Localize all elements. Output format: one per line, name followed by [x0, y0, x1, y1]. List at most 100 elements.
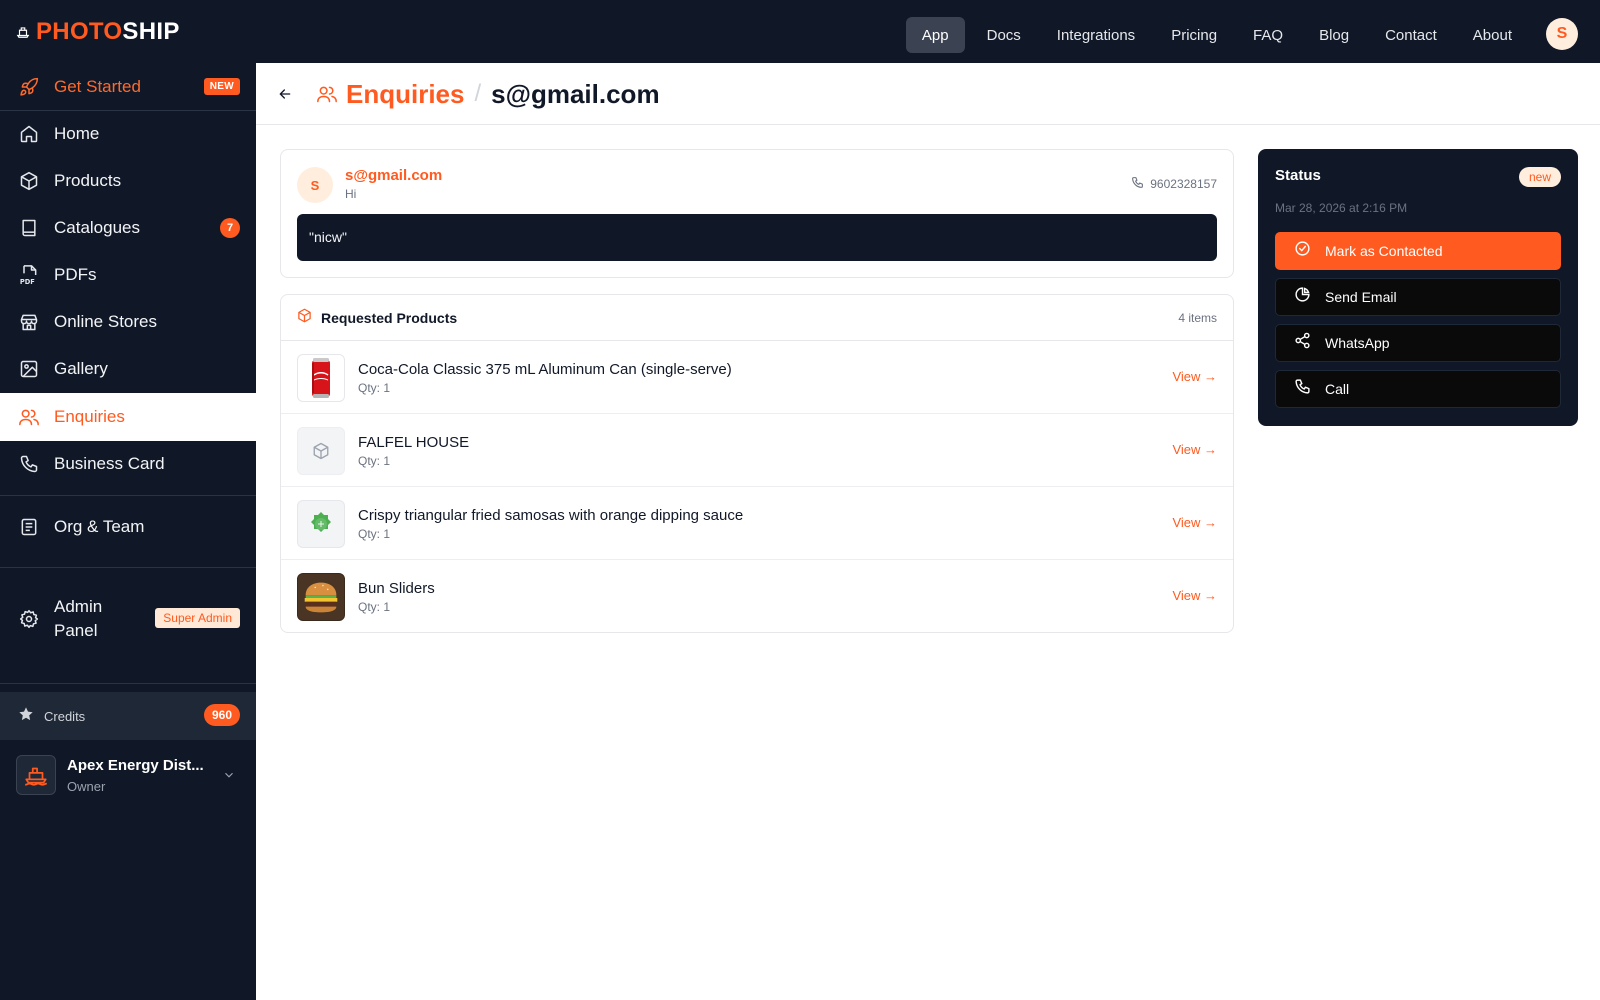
button-label: Mark as Contacted	[1325, 243, 1443, 259]
view-product-link[interactable]: View →	[1172, 442, 1217, 457]
book-icon	[18, 217, 40, 239]
sidebar-item-label: Enquiries	[54, 407, 125, 426]
enquiry-email[interactable]: s@gmail.com	[345, 167, 442, 184]
divider	[0, 683, 256, 684]
document-icon	[18, 516, 40, 538]
sidebar-item-label: Catalogues	[54, 218, 141, 237]
svg-text:PDF: PDF	[20, 278, 35, 286]
product-name: Crispy triangular fried samosas with ora…	[358, 507, 744, 524]
sidebar-item-gallery[interactable]: Gallery	[0, 345, 256, 393]
message-body: "nicw"	[297, 214, 1217, 261]
enquiry-message-card: S s@gmail.com Hi 9602328157 "nicw"	[280, 149, 1234, 278]
product-placeholder-box-icon	[297, 427, 345, 475]
check-circle-icon	[1294, 240, 1311, 262]
chevron-down-icon	[222, 768, 236, 787]
button-label: Call	[1325, 381, 1350, 397]
org-switcher[interactable]: Apex Energy Dist... Owner	[0, 740, 256, 810]
gear-icon	[18, 608, 40, 630]
rocket-icon	[18, 76, 40, 98]
sidebar-item-label: Admin Panel	[54, 597, 103, 640]
table-row: FALFEL HOUSE Qty: 1 View →	[281, 414, 1233, 487]
call-button[interactable]: Call	[1275, 370, 1561, 408]
image-icon	[18, 358, 40, 380]
sidebar: Get Started NEW Home Products Catalogues…	[0, 63, 256, 1000]
sidebar-item-label: PDFs	[54, 265, 97, 284]
product-name: Coca-Cola Classic 375 mL Aluminum Can (s…	[358, 361, 732, 378]
table-row: Coca-Cola Classic 375 mL Aluminum Can (s…	[281, 341, 1233, 414]
sidebar-item-label: Gallery	[54, 359, 108, 378]
nav-contact[interactable]: Contact	[1367, 17, 1455, 53]
view-product-link[interactable]: View →	[1172, 588, 1217, 603]
status-timestamp: Mar 28, 2026 at 2:16 PM	[1275, 201, 1408, 215]
items-count: 4 items	[1178, 311, 1217, 325]
nav-pricing[interactable]: Pricing	[1153, 17, 1235, 53]
share-icon	[1294, 332, 1311, 354]
send-email-button[interactable]: Send Email	[1275, 278, 1561, 316]
phone-icon	[1294, 378, 1311, 400]
view-product-link[interactable]: View →	[1172, 369, 1217, 384]
requested-products-title: Requested Products	[321, 309, 458, 326]
nav-integrations[interactable]: Integrations	[1039, 17, 1153, 53]
view-product-link[interactable]: View →	[1172, 515, 1217, 530]
sidebar-item-products[interactable]: Products	[0, 157, 256, 205]
sidebar-item-org-team[interactable]: Org & Team	[0, 503, 256, 551]
product-thumbnail-burger	[297, 573, 345, 621]
product-name: Bun Sliders	[358, 580, 435, 597]
ship-icon	[16, 27, 30, 38]
enquiry-phone[interactable]: 9602328157	[1131, 176, 1217, 192]
brand-name-part1: PHOTO	[36, 18, 123, 45]
product-name: FALFEL HOUSE	[358, 434, 470, 451]
phone-icon	[1131, 176, 1144, 192]
sidebar-item-catalogues[interactable]: Catalogues 7	[0, 204, 256, 252]
product-thumbnail-green-logo	[297, 500, 345, 548]
product-qty: Qty: 1	[358, 381, 391, 395]
sidebar-item-label: Business Card	[54, 454, 165, 473]
mark-as-contacted-button[interactable]: Mark as Contacted	[1275, 232, 1561, 270]
product-qty: Qty: 1	[358, 454, 391, 468]
sidebar-item-pdfs[interactable]: PDF PDFs	[0, 251, 256, 299]
enquiry-subtitle: Hi	[345, 187, 357, 201]
sidebar-item-enquiries[interactable]: Enquiries	[0, 393, 256, 441]
sidebar-item-home[interactable]: Home	[0, 110, 256, 158]
requested-products-header: Requested Products 4 items	[281, 295, 1233, 341]
sidebar-item-label: Products	[54, 171, 122, 190]
mail-icon	[1294, 286, 1311, 308]
user-avatar[interactable]: S	[1546, 18, 1578, 50]
box-icon	[18, 170, 40, 192]
table-row: Crispy triangular fried samosas with ora…	[281, 487, 1233, 560]
org-logo-ship-icon	[16, 755, 56, 795]
requested-products-card: Requested Products 4 items Coca-Cola Cla…	[280, 294, 1234, 633]
nav-faq[interactable]: FAQ	[1235, 17, 1301, 53]
back-arrow-icon[interactable]	[274, 83, 296, 105]
page-title: s@gmail.com	[491, 78, 660, 109]
phone-number: 9602328157	[1150, 177, 1217, 191]
home-icon	[18, 123, 40, 145]
whatsapp-button[interactable]: WhatsApp	[1275, 324, 1561, 362]
divider	[0, 567, 256, 568]
brand-name-part2: SHIP	[122, 18, 180, 45]
product-qty: Qty: 1	[358, 527, 391, 541]
button-label: Send Email	[1325, 289, 1397, 305]
nav-docs[interactable]: Docs	[969, 17, 1039, 53]
pdf-file-icon: PDF	[18, 264, 40, 286]
brand-logo[interactable]: PHOTOSHIP	[16, 18, 180, 46]
breadcrumb-separator: /	[474, 80, 482, 107]
breadcrumb: Enquiries / s@gmail.com	[316, 77, 660, 111]
status-badge: new	[1518, 167, 1561, 187]
nav-app[interactable]: App	[905, 17, 965, 53]
sidebar-item-business-card[interactable]: Business Card	[0, 440, 256, 488]
sidebar-item-label: Org & Team	[54, 517, 145, 536]
breadcrumb-enquiries-link[interactable]: Enquiries	[346, 79, 464, 110]
sidebar-item-get-started[interactable]: Get Started NEW	[0, 63, 256, 111]
sidebar-item-online-stores[interactable]: Online Stores	[0, 298, 256, 346]
nav-blog[interactable]: Blog	[1301, 17, 1367, 53]
nav-about[interactable]: About	[1455, 17, 1530, 53]
status-panel: Status new Mar 28, 2026 at 2:16 PM Mark …	[1258, 149, 1578, 426]
product-thumbnail-can	[297, 354, 345, 402]
new-badge: NEW	[203, 78, 240, 95]
page-header: Enquiries / s@gmail.com	[256, 63, 1600, 125]
box-icon	[297, 308, 312, 328]
top-nav-bar: PHOTOSHIP App Docs Integrations Pricing …	[0, 0, 1600, 63]
super-admin-badge: Super Admin	[155, 608, 240, 628]
sidebar-item-admin-panel[interactable]: Admin Panel Super Admin	[0, 573, 256, 665]
